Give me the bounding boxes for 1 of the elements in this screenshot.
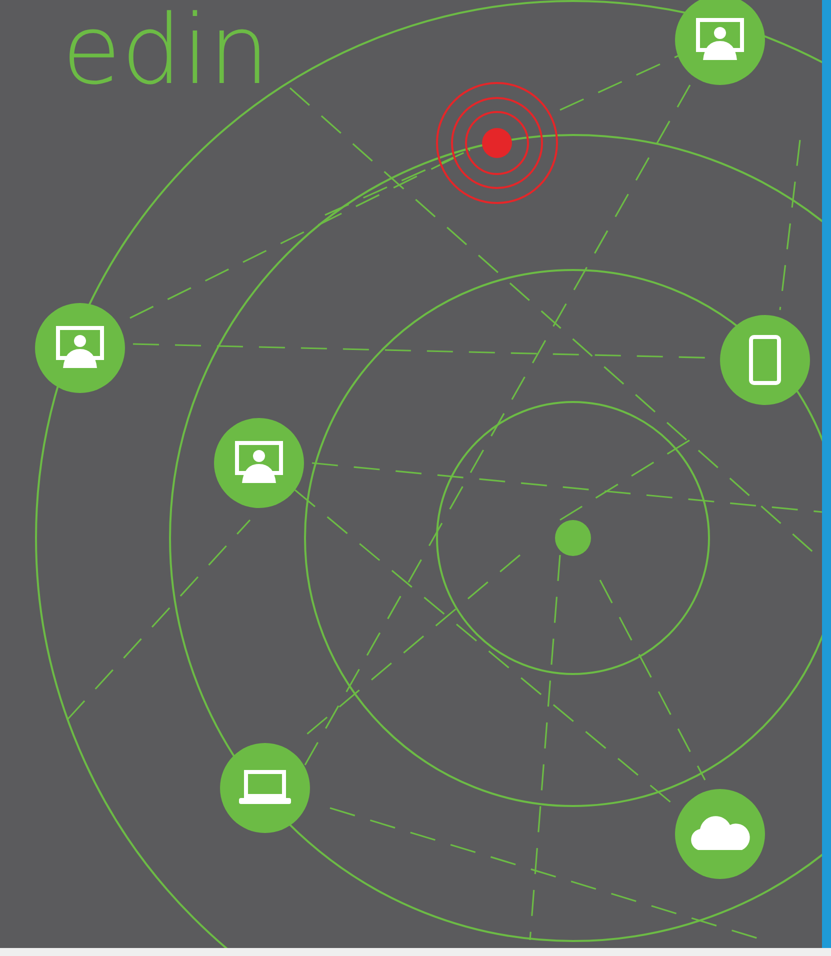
heading: edin — [62, 0, 270, 98]
